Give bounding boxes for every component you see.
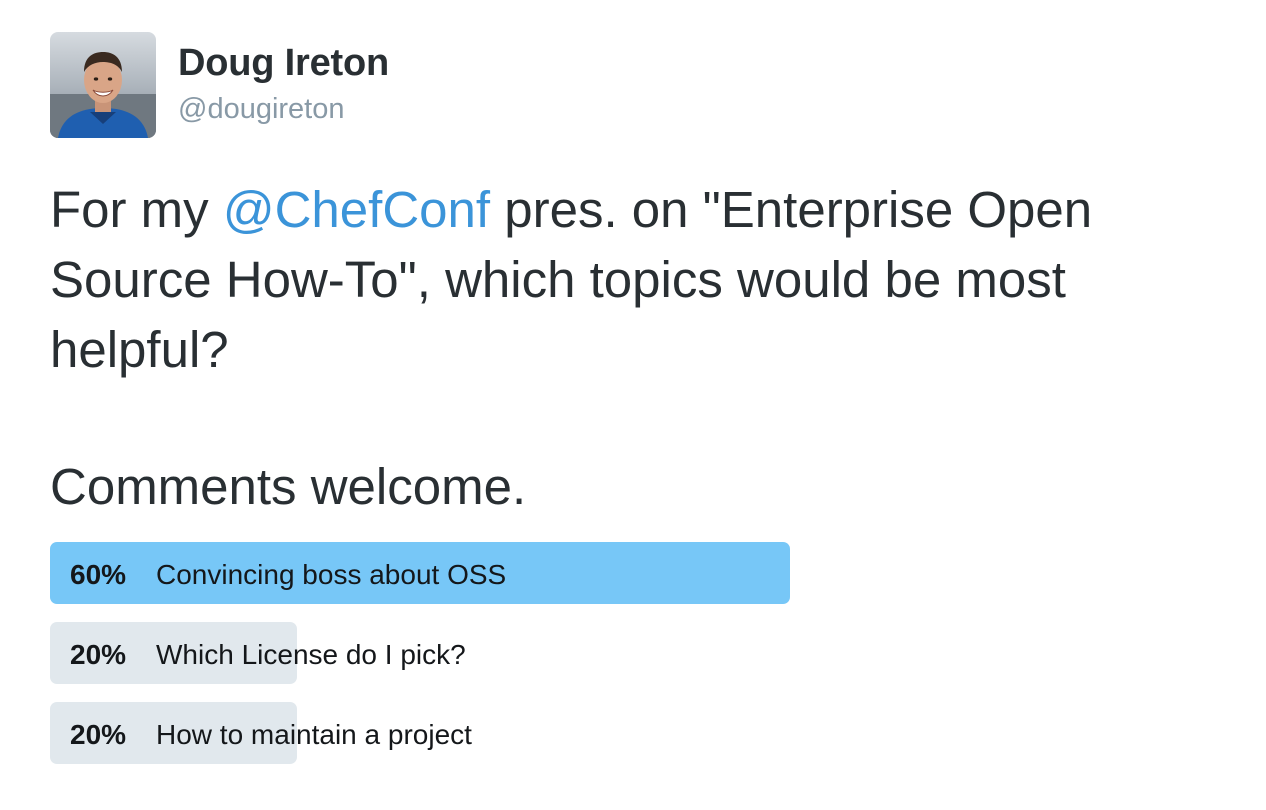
tweet-text-prefix: For my [50, 181, 223, 238]
poll-percent: 20% [70, 639, 127, 670]
tweet: Doug Ireton @dougireton For my @ChefConf… [0, 0, 1266, 810]
poll-option-label: 20% How to maintain a project [70, 702, 472, 764]
poll: 60% Convincing boss about OSS 20% Which Li… [50, 542, 1050, 782]
author-handle[interactable]: @dougireton [178, 93, 345, 126]
poll-option-label: 20% Which License do I pick? [70, 622, 466, 684]
mention-link[interactable]: @ChefConf [223, 181, 490, 238]
poll-choice-text: Convincing boss about OSS [156, 559, 507, 590]
tweet-text-line-3: helpful? [50, 321, 229, 378]
poll-choice-text: How to maintain a project [156, 719, 472, 750]
tweet-text-line-2: Source How-To", which topics would be mo… [50, 251, 1066, 308]
author-display-name[interactable]: Doug Ireton [178, 42, 389, 85]
user-avatar-icon [50, 32, 156, 138]
tweet-text-line-1-rest: pres. on "Enterprise Open [490, 181, 1093, 238]
tweet-text: For my @ChefConf pres. on "Enterprise Op… [50, 175, 1240, 385]
tweet-text-line-1: For my @ChefConf pres. on "Enterprise Op… [50, 175, 1240, 245]
tweet-comments-line: Comments welcome. [50, 458, 527, 515]
poll-percent: 60% [70, 559, 127, 590]
poll-option[interactable]: 20% How to maintain a project [50, 702, 1050, 764]
avatar[interactable] [50, 32, 156, 138]
poll-choice-text: Which License do I pick? [156, 639, 466, 670]
poll-option[interactable]: 60% Convincing boss about OSS [50, 542, 1050, 604]
poll-option[interactable]: 20% Which License do I pick? [50, 622, 1050, 684]
poll-percent: 20% [70, 719, 127, 750]
poll-option-label: 60% Convincing boss about OSS [70, 542, 506, 604]
